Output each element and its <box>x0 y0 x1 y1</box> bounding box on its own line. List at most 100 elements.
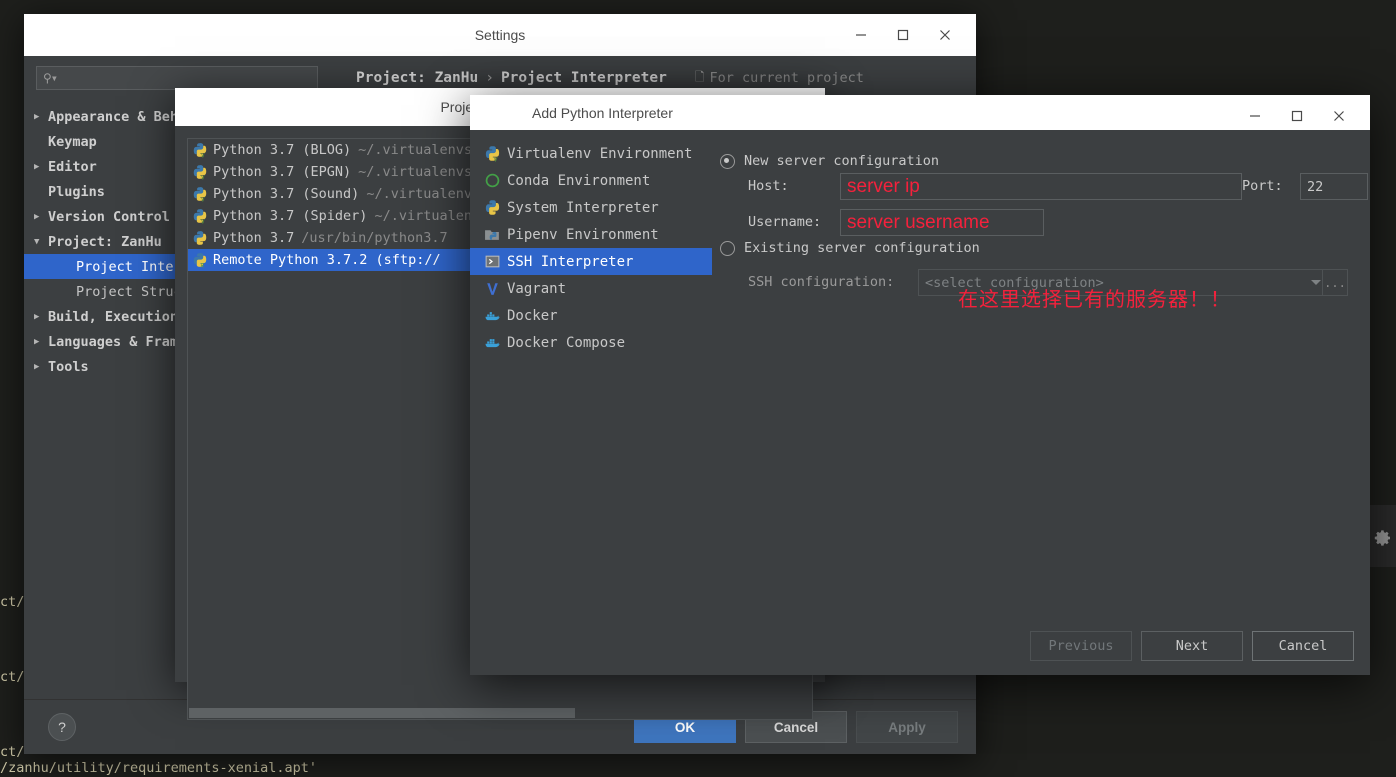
env-item-pipenv[interactable]: Pipenv Environment <box>470 221 712 248</box>
docker-compose-icon <box>484 334 501 351</box>
sidebar-item-label: Tools <box>48 358 89 375</box>
breadcrumb-note-label: For current project <box>709 70 864 86</box>
chevron-right-icon: ▶ <box>34 336 40 347</box>
search-icon: ⚲▾ <box>43 71 58 85</box>
port-label: Port: <box>1242 178 1283 194</box>
chevron-down-icon <box>1311 280 1321 285</box>
add-python-interpreter-dialog: Add Python Interpreter V Virtualenv Envi… <box>470 95 1370 675</box>
radio-new-server-icon[interactable] <box>720 153 735 169</box>
python-venv-icon: V <box>192 142 208 160</box>
svg-text:V: V <box>201 219 205 224</box>
ssh-configuration-label: SSH configuration: <box>748 274 895 290</box>
previous-button: Previous <box>1030 631 1132 661</box>
sidebar-item-label: Keymap <box>48 133 97 150</box>
interpreter-name: Python 3.7 (BLOG) <box>213 142 352 158</box>
help-button[interactable]: ? <box>48 713 76 741</box>
svg-text:V: V <box>201 153 205 158</box>
new-server-label: New server configuration <box>744 153 940 169</box>
breadcrumb-separator: › <box>485 70 494 86</box>
existing-server-radio-row[interactable]: Existing server configuration <box>720 237 980 259</box>
maximize-icon[interactable] <box>882 14 924 56</box>
new-server-radio-row[interactable]: New server configuration <box>720 150 939 172</box>
host-value: server ip <box>847 175 920 197</box>
ssh-terminal-icon <box>484 253 501 270</box>
username-label: Username: <box>748 214 822 230</box>
env-item-label: System Interpreter <box>507 199 659 216</box>
add-interpreter-title: Add Python Interpreter <box>532 104 673 121</box>
interpreter-name: Python 3.7 (Spider) <box>213 208 368 224</box>
python-venv-icon: V <box>192 208 208 226</box>
close-icon[interactable] <box>924 14 966 56</box>
existing-server-label: Existing server configuration <box>744 240 980 256</box>
settings-titlebar: Settings <box>24 14 976 56</box>
conda-icon <box>484 172 501 189</box>
env-item-docker-compose[interactable]: Docker Compose <box>470 329 712 356</box>
python-venv-icon: V <box>192 186 208 204</box>
sidebar-item-label: Plugins <box>48 183 105 200</box>
interpreter-name: Remote Python 3.7.2 (sftp:// <box>213 252 441 268</box>
next-button[interactable]: Next <box>1141 631 1243 661</box>
env-item-vagrant[interactable]: Vagrant <box>470 275 712 302</box>
svg-text:V: V <box>494 157 498 162</box>
interpreter-name: Python 3.7 (Sound) <box>213 186 360 202</box>
env-item-system-interpreter[interactable]: System Interpreter <box>470 194 712 221</box>
annotation-chinese: 在这里选择已有的服务器！！ <box>958 287 1231 311</box>
sidebar-item-label: Editor <box>48 158 97 175</box>
chevron-down-icon: ▼ <box>34 236 40 247</box>
breadcrumb-page: Project Interpreter <box>500 70 667 86</box>
python-icon <box>192 230 208 246</box>
copy-icon: 🗋 <box>694 69 705 84</box>
minimize-icon[interactable] <box>840 14 882 56</box>
python-venv-icon: V <box>192 164 208 182</box>
chevron-right-icon: ▶ <box>34 211 40 222</box>
chevron-right-icon: ▶ <box>34 311 40 322</box>
svg-text:V: V <box>201 175 205 180</box>
host-label: Host: <box>748 178 789 194</box>
sidebar-item-label: Version Control <box>48 208 170 225</box>
env-item-virtualenv[interactable]: V Virtualenv Environment <box>470 140 712 167</box>
env-item-label: Docker <box>507 307 558 324</box>
settings-window-title: Settings <box>474 27 526 43</box>
env-item-label: Virtualenv Environment <box>507 145 693 162</box>
env-item-label: SSH Interpreter <box>507 253 634 270</box>
pipenv-icon <box>484 226 501 243</box>
python-remote-icon: R <box>192 252 208 270</box>
username-input[interactable]: server username <box>840 209 1044 236</box>
env-item-conda[interactable]: Conda Environment <box>470 167 712 194</box>
ssh-interpreter-form: New server configuration Host: server ip… <box>712 130 1370 675</box>
cancel-button[interactable]: Cancel <box>1252 631 1354 661</box>
username-value: server username <box>847 211 990 233</box>
env-item-ssh-interpreter[interactable]: SSH Interpreter <box>470 248 712 275</box>
interpreter-path: /usr/bin/python3.7 <box>301 230 448 246</box>
interpreter-name: Python 3.7 <box>213 230 295 246</box>
browse-ssh-configuration-button[interactable]: ... <box>1322 269 1348 296</box>
add-interpreter-footer: Previous Next Cancel <box>1030 631 1354 661</box>
gear-icon[interactable] <box>1373 528 1393 548</box>
chevron-right-icon: ▶ <box>34 361 40 372</box>
sidebar-item-label: Project: ZanHu <box>48 233 162 250</box>
settings-window-controls <box>840 14 966 56</box>
python-icon <box>484 199 501 216</box>
vagrant-icon <box>484 280 501 297</box>
env-item-label: Docker Compose <box>507 334 626 351</box>
radio-existing-server-icon[interactable] <box>720 240 735 256</box>
host-input[interactable]: server ip <box>840 173 1242 200</box>
add-interpreter-titlebar: Add Python Interpreter <box>470 95 1370 130</box>
env-item-label: Conda Environment <box>507 172 651 189</box>
horizontal-scrollbar[interactable] <box>189 708 811 718</box>
env-item-label: Pipenv Environment <box>507 226 659 243</box>
breadcrumb-note: 🗋 For current project <box>695 68 864 89</box>
chevron-right-icon: ▶ <box>34 161 40 172</box>
breadcrumb-project[interactable]: Project: ZanHu <box>356 70 478 86</box>
environment-type-list: V Virtualenv Environment Conda Environme… <box>470 130 712 675</box>
search-input[interactable]: ⚲▾ <box>36 66 318 90</box>
python-venv-icon: V <box>484 145 501 164</box>
env-item-label: Vagrant <box>507 280 567 297</box>
port-input[interactable]: 22 <box>1300 173 1368 200</box>
docker-icon <box>484 307 501 324</box>
env-item-docker[interactable]: Docker <box>470 302 712 329</box>
svg-text:R: R <box>201 263 205 268</box>
svg-text:V: V <box>201 197 205 202</box>
apply-button: Apply <box>856 711 958 743</box>
interpreter-name: Python 3.7 (EPGN) <box>213 164 352 180</box>
